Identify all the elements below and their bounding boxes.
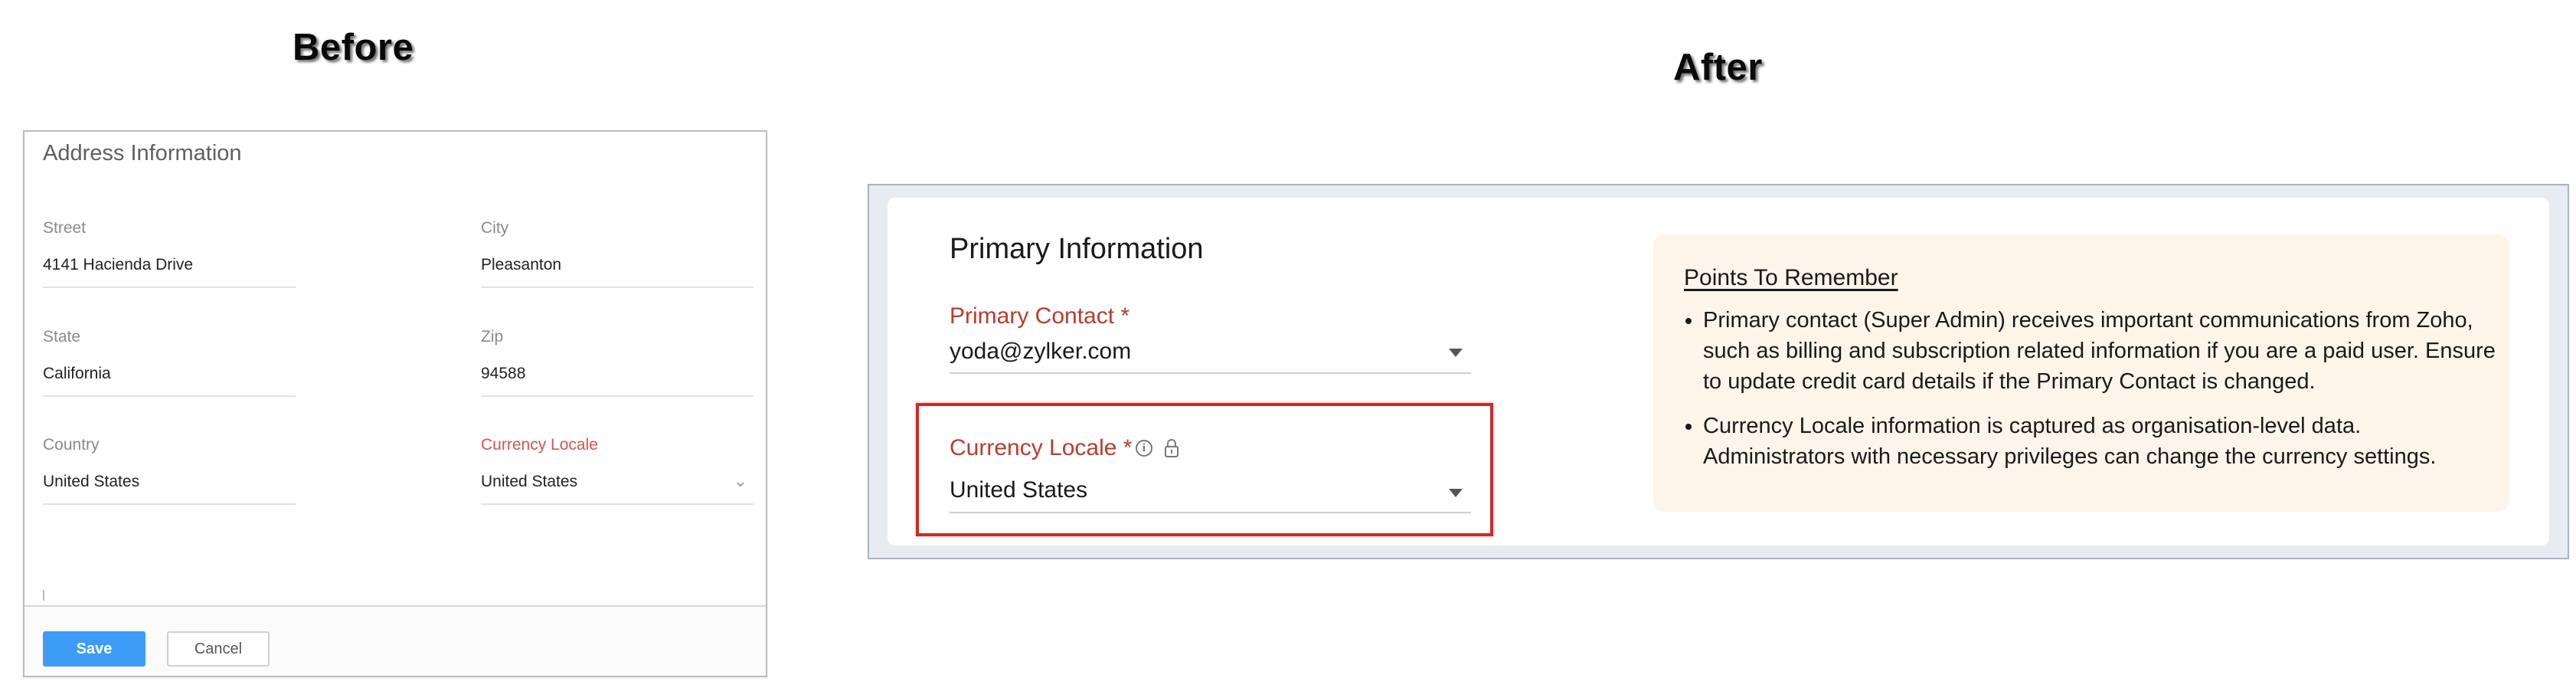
point-item: Currency Locale information is captured … bbox=[1703, 411, 2507, 472]
street-label: Street bbox=[43, 219, 87, 237]
caret-down-icon[interactable] bbox=[1449, 349, 1463, 357]
street-value[interactable]: 4141 Hacienda Drive bbox=[43, 256, 296, 288]
state-value[interactable]: California bbox=[43, 365, 296, 397]
city-value[interactable]: Pleasanton bbox=[481, 256, 754, 288]
before-address-panel: Address Information Street 4141 Hacienda… bbox=[23, 130, 767, 677]
street-field[interactable]: Street 4141 Hacienda Drive bbox=[43, 219, 296, 288]
cancel-button[interactable]: Cancel bbox=[167, 631, 270, 667]
points-to-remember-box: Points To Remember Primary contact (Supe… bbox=[1653, 234, 2509, 512]
country-value[interactable]: United States bbox=[43, 473, 296, 505]
point-item: Primary contact (Super Admin) receives i… bbox=[1703, 305, 2507, 397]
zip-label: Zip bbox=[481, 328, 504, 346]
currency-locale-value-before: United States bbox=[481, 473, 578, 490]
scroll-indicator bbox=[43, 590, 44, 601]
chevron-down-icon: ⌄ bbox=[733, 471, 747, 490]
zip-field[interactable]: Zip 94588 bbox=[481, 328, 754, 397]
country-field[interactable]: Country United States bbox=[43, 436, 296, 505]
currency-locale-label-before: Currency Locale bbox=[481, 436, 598, 454]
city-label: City bbox=[481, 219, 509, 237]
address-information-title: Address Information bbox=[43, 141, 242, 165]
before-form-footer: Save Cancel bbox=[25, 605, 766, 676]
before-caption: Before bbox=[293, 27, 414, 68]
state-label: State bbox=[43, 328, 81, 346]
save-button[interactable]: Save bbox=[43, 631, 145, 667]
city-field[interactable]: City Pleasanton bbox=[481, 219, 754, 288]
points-list: Primary contact (Super Admin) receives i… bbox=[1684, 305, 2507, 486]
zip-value[interactable]: 94588 bbox=[481, 365, 754, 397]
primary-contact-label: Primary Contact * bbox=[950, 303, 1130, 329]
currency-locale-highlight bbox=[916, 403, 1493, 536]
after-caption: After bbox=[1673, 47, 1763, 88]
country-label: Country bbox=[43, 436, 100, 454]
points-to-remember-title: Points To Remember bbox=[1684, 265, 1898, 290]
primary-information-title: Primary Information bbox=[950, 233, 1204, 265]
primary-contact-underline bbox=[950, 372, 1471, 374]
primary-contact-value[interactable]: yoda@zylker.com bbox=[950, 339, 1131, 365]
currency-locale-select-before[interactable]: United States ⌄ bbox=[481, 471, 754, 505]
currency-locale-field-before[interactable]: Currency Locale United States ⌄ bbox=[481, 436, 754, 505]
state-field[interactable]: State California bbox=[43, 328, 296, 397]
